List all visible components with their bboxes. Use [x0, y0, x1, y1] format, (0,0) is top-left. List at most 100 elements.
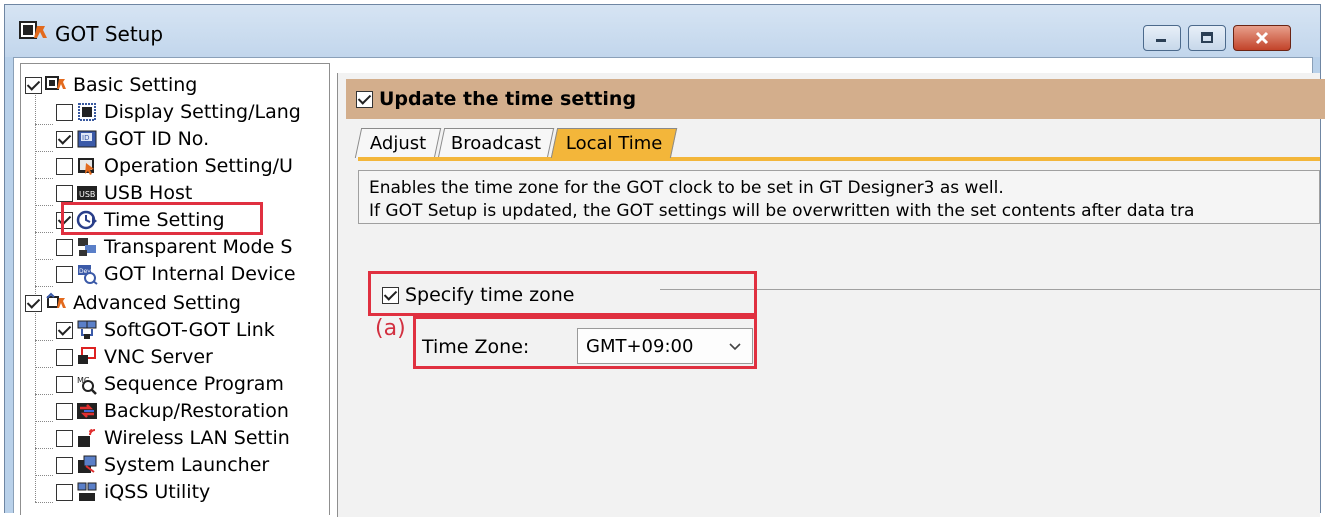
description-line-1: Enables the time zone for the GOT clock …	[369, 178, 1004, 198]
tree-checkbox[interactable]	[56, 184, 73, 202]
tree-item-sequence-program[interactable]: MC Sequence Program	[56, 371, 284, 397]
tree-item-operation-setting[interactable]: Operation Setting/U	[56, 153, 293, 179]
tab-local-time[interactable]: Local Time	[550, 128, 678, 158]
basic-setting-icon	[45, 76, 66, 90]
specify-time-zone[interactable]: Specify time zone	[382, 284, 574, 306]
tree-item-time-setting[interactable]: Time Setting	[56, 207, 225, 233]
tree-item-got-internal-device[interactable]: Dev GOT Internal Device	[56, 261, 296, 287]
time-zone-select[interactable]: GMT+09:00	[577, 328, 753, 364]
tree-item-basic-setting[interactable]: Basic Setting	[25, 72, 197, 98]
usb-icon: USB	[77, 186, 97, 200]
device-icon: Dev	[78, 265, 98, 285]
id-icon: ID	[77, 130, 97, 148]
minimize-icon	[1144, 26, 1180, 50]
update-header: Update the time setting	[346, 79, 1325, 119]
tree-line	[35, 205, 53, 206]
description-line-2: If GOT Setup is updated, the GOT setting…	[369, 201, 1195, 221]
close-button[interactable]	[1233, 25, 1291, 51]
tree-line	[35, 448, 53, 449]
tree-checkbox[interactable]	[56, 456, 73, 474]
tree-line	[35, 286, 53, 287]
sequence-icon: MC	[77, 376, 97, 395]
minimize-button[interactable]	[1143, 25, 1181, 51]
tab-underline	[358, 157, 1320, 161]
tree-checkbox[interactable]	[56, 238, 73, 256]
tree-item-transparent-mode[interactable]: Transparent Mode S	[56, 234, 292, 260]
tree-item-label: SoftGOT-GOT Link	[104, 319, 275, 341]
tree-line	[35, 394, 53, 395]
tree-item-usb-host[interactable]: USB USB Host	[56, 180, 192, 206]
tree-checkbox[interactable]	[56, 321, 73, 339]
tree-item-label: GOT ID No.	[104, 128, 210, 150]
svg-text:ID: ID	[82, 134, 89, 142]
vnc-icon	[78, 347, 96, 364]
tree-item-label: Backup/Restoration	[104, 400, 289, 422]
tree-item-softgot-link[interactable]: SoftGOT-GOT Link	[56, 317, 275, 343]
update-time-checkbox[interactable]	[356, 90, 373, 108]
window-title: GOT Setup	[55, 22, 164, 46]
tree-item-backup-restoration[interactable]: Backup/Restoration	[56, 398, 289, 424]
tree-item-advanced-setting[interactable]: Advanced Setting	[25, 290, 241, 316]
tree-item-label: Operation Setting/U	[104, 155, 293, 177]
maximize-icon	[1189, 26, 1225, 50]
tab-adjust[interactable]: Adjust	[354, 128, 442, 158]
tab-broadcast[interactable]: Broadcast	[437, 128, 555, 158]
tree-checkbox[interactable]	[56, 157, 73, 175]
tree-line	[35, 421, 53, 422]
tree-checkbox[interactable]	[56, 402, 73, 420]
maximize-button[interactable]	[1188, 25, 1226, 51]
link-icon	[77, 320, 97, 339]
tree-line	[35, 178, 53, 179]
tab-adjust-label: Adjust	[369, 133, 427, 154]
display-icon	[78, 103, 96, 121]
tree-checkbox[interactable]	[56, 429, 73, 447]
tree-item-display-setting[interactable]: Display Setting/Lang	[56, 99, 301, 125]
tree-checkbox[interactable]	[56, 348, 73, 366]
specify-time-zone-checkbox[interactable]	[382, 286, 399, 304]
tree-item-label: VNC Server	[104, 346, 213, 368]
tree-checkbox[interactable]	[56, 483, 73, 501]
tree-line	[35, 310, 36, 502]
time-zone-value: GMT+09:00	[586, 335, 694, 357]
got-setup-window: GOT Setup Basic Setting Display Setting/…	[4, 4, 1325, 517]
tree-item-label: Display Setting/Lang	[104, 101, 301, 123]
tree-line	[35, 367, 53, 368]
iqss-icon	[77, 482, 97, 501]
chevron-down-icon	[729, 343, 741, 351]
wireless-icon	[78, 429, 96, 447]
tree-line	[35, 232, 53, 233]
tree-item-got-id[interactable]: ID GOT ID No.	[56, 126, 209, 152]
tree-checkbox[interactable]	[25, 294, 42, 312]
got-setup-app-icon	[19, 21, 47, 39]
tree-checkbox[interactable]	[56, 265, 73, 283]
annotation-label: (a)	[375, 316, 406, 341]
tree-checkbox[interactable]	[56, 375, 73, 393]
tab-broadcast-label: Broadcast	[450, 133, 541, 154]
tree-item-iqss-utility[interactable]: iQSS Utility	[56, 479, 210, 505]
tree-item-vnc-server[interactable]: VNC Server	[56, 344, 213, 370]
tree-checkbox[interactable]	[56, 103, 73, 121]
tree-item-label: Basic Setting	[73, 74, 198, 96]
tree-item-system-launcher[interactable]: System Launcher	[56, 452, 269, 478]
advanced-setting-icon	[46, 292, 66, 308]
tree-line	[35, 259, 53, 260]
tree-item-label: USB Host	[104, 182, 193, 204]
tree-checkbox[interactable]	[25, 76, 42, 94]
title-bar[interactable]: GOT Setup	[5, 5, 1320, 57]
tab-local-time-label: Local Time	[565, 133, 663, 154]
description-box: Enables the time zone for the GOT clock …	[358, 170, 1320, 224]
tree-checkbox[interactable]	[56, 130, 73, 148]
tree-item-label: iQSS Utility	[104, 481, 211, 503]
clock-icon	[76, 210, 97, 230]
tree-item-wireless-lan[interactable]: Wireless LAN Settin	[56, 425, 290, 451]
tree-item-label: Time Setting	[104, 209, 225, 231]
time-zone-label: Time Zone:	[422, 336, 530, 358]
tree-item-label: Wireless LAN Settin	[104, 427, 290, 449]
tree-item-label: Sequence Program	[104, 373, 284, 395]
backup-icon	[77, 403, 97, 419]
tree-checkbox[interactable]	[56, 211, 73, 229]
specify-time-zone-label: Specify time zone	[405, 284, 575, 306]
settings-tree[interactable]: Basic Setting Display Setting/Lang ID GO…	[20, 63, 330, 515]
launcher-icon	[78, 455, 97, 473]
operation-icon	[78, 158, 94, 175]
